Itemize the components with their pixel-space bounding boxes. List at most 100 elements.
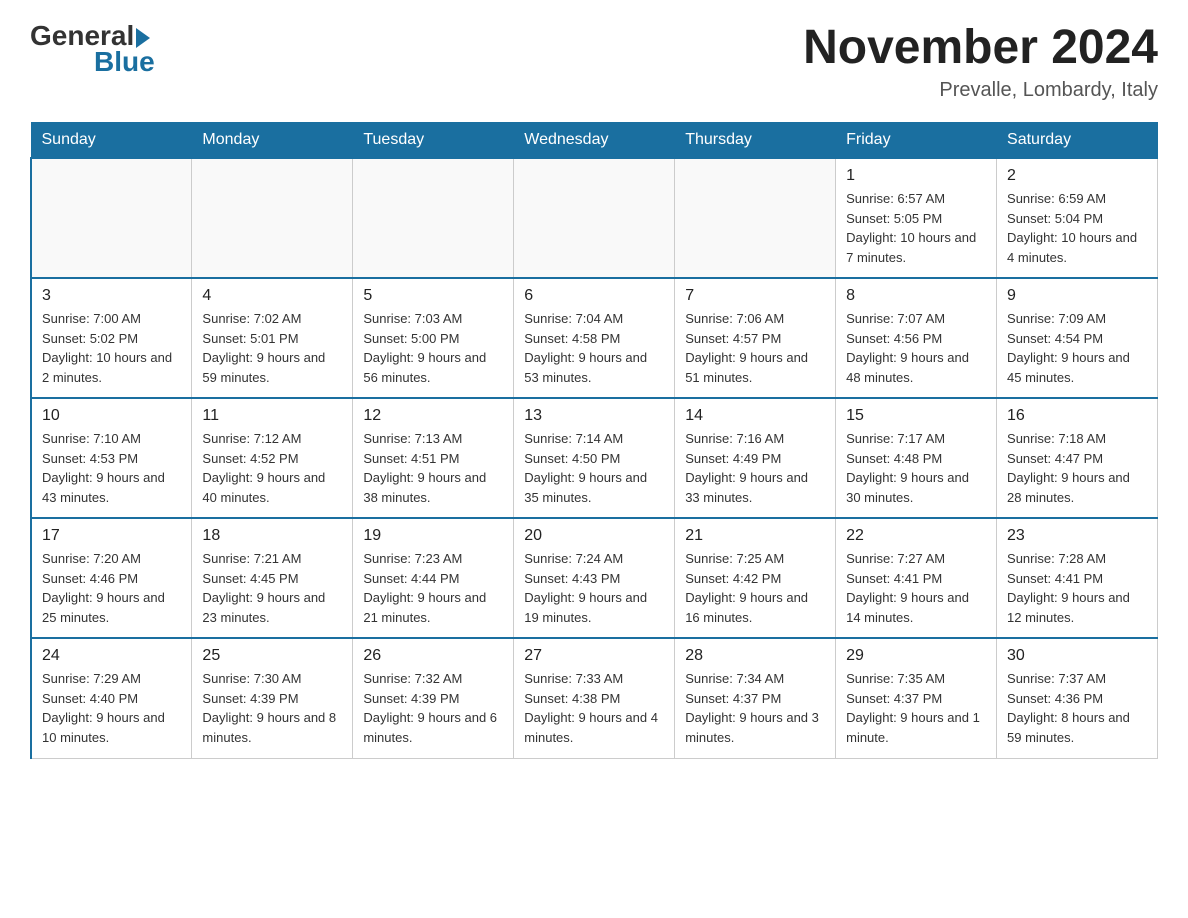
day-info: Sunrise: 7:18 AMSunset: 4:47 PMDaylight:… (1007, 429, 1147, 507)
calendar-day-header: Sunday (31, 123, 192, 159)
calendar-header-row: SundayMondayTuesdayWednesdayThursdayFrid… (31, 123, 1158, 159)
day-info: Sunrise: 6:59 AMSunset: 5:04 PMDaylight:… (1007, 189, 1147, 267)
calendar-day-header: Friday (836, 123, 997, 159)
day-number: 19 (363, 527, 503, 545)
day-info: Sunrise: 7:12 AMSunset: 4:52 PMDaylight:… (202, 429, 342, 507)
calendar-day-cell: 22 Sunrise: 7:27 AMSunset: 4:41 PMDayligh… (836, 518, 997, 638)
day-info: Sunrise: 7:27 AMSunset: 4:41 PMDaylight:… (846, 549, 986, 627)
day-info: Sunrise: 7:32 AMSunset: 4:39 PMDaylight:… (363, 669, 503, 747)
day-number: 11 (202, 407, 342, 425)
calendar-day-cell: 9 Sunrise: 7:09 AMSunset: 4:54 PMDaylight… (997, 278, 1158, 398)
day-number: 6 (524, 287, 664, 305)
calendar-day-cell: 14Sunrise: 7:16 AMSunset: 4:49 PMDayligh… (675, 398, 836, 518)
calendar-day-header: Monday (192, 123, 353, 159)
day-number: 3 (42, 287, 181, 305)
calendar-day-cell: 17 Sunrise: 7:20 AMSunset: 4:46 PMDayligh… (31, 518, 192, 638)
day-number: 27 (524, 647, 664, 665)
calendar-day-header: Wednesday (514, 123, 675, 159)
day-info: Sunrise: 7:13 AMSunset: 4:51 PMDaylight:… (363, 429, 503, 507)
day-number: 5 (363, 287, 503, 305)
day-number: 16 (1007, 407, 1147, 425)
calendar-day-cell: 12 Sunrise: 7:13 AMSunset: 4:51 PMDayligh… (353, 398, 514, 518)
day-info: Sunrise: 7:16 AMSunset: 4:49 PMDaylight:… (685, 429, 825, 507)
day-number: 25 (202, 647, 342, 665)
calendar-day-cell: 30 Sunrise: 7:37 AMSunset: 4:36 PMDayligh… (997, 638, 1158, 758)
calendar-day-cell: 26 Sunrise: 7:32 AMSunset: 4:39 PMDayligh… (353, 638, 514, 758)
calendar-day-cell: 8 Sunrise: 7:07 AMSunset: 4:56 PMDaylight… (836, 278, 997, 398)
calendar-day-cell (514, 158, 675, 278)
calendar-week-row: 24Sunrise: 7:29 AMSunset: 4:40 PMDayligh… (31, 638, 1158, 758)
calendar-day-cell: 25 Sunrise: 7:30 AMSunset: 4:39 PMDayligh… (192, 638, 353, 758)
calendar-day-cell: 27 Sunrise: 7:33 AMSunset: 4:38 PMDayligh… (514, 638, 675, 758)
calendar-day-cell: 19 Sunrise: 7:23 AMSunset: 4:44 PMDayligh… (353, 518, 514, 638)
calendar-day-cell: 11 Sunrise: 7:12 AMSunset: 4:52 PMDayligh… (192, 398, 353, 518)
day-number: 17 (42, 527, 181, 545)
day-number: 9 (1007, 287, 1147, 305)
day-number: 23 (1007, 527, 1147, 545)
calendar-day-cell: 24Sunrise: 7:29 AMSunset: 4:40 PMDayligh… (31, 638, 192, 758)
day-number: 4 (202, 287, 342, 305)
day-number: 12 (363, 407, 503, 425)
day-info: Sunrise: 7:20 AMSunset: 4:46 PMDaylight:… (42, 549, 181, 627)
logo: General Blue (30, 20, 155, 78)
calendar-day-cell: 6Sunrise: 7:04 AMSunset: 4:58 PMDaylight… (514, 278, 675, 398)
calendar-day-cell: 4Sunrise: 7:02 AMSunset: 5:01 PMDaylight… (192, 278, 353, 398)
calendar-day-cell: 1Sunrise: 6:57 AMSunset: 5:05 PMDaylight… (836, 158, 997, 278)
day-info: Sunrise: 7:33 AMSunset: 4:38 PMDaylight:… (524, 669, 664, 747)
calendar-day-cell: 7 Sunrise: 7:06 AMSunset: 4:57 PMDaylight… (675, 278, 836, 398)
day-number: 15 (846, 407, 986, 425)
calendar-day-cell: 28 Sunrise: 7:34 AMSunset: 4:37 PMDayligh… (675, 638, 836, 758)
day-number: 22 (846, 527, 986, 545)
day-info: Sunrise: 7:24 AMSunset: 4:43 PMDaylight:… (524, 549, 664, 627)
day-info: Sunrise: 7:09 AMSunset: 4:54 PMDaylight:… (1007, 309, 1147, 387)
calendar-day-cell (675, 158, 836, 278)
day-number: 20 (524, 527, 664, 545)
calendar-day-cell (353, 158, 514, 278)
day-info: Sunrise: 7:37 AMSunset: 4:36 PMDaylight:… (1007, 669, 1147, 747)
day-info: Sunrise: 7:30 AMSunset: 4:39 PMDaylight:… (202, 669, 342, 747)
day-number: 21 (685, 527, 825, 545)
day-number: 8 (846, 287, 986, 305)
day-info: Sunrise: 7:03 AMSunset: 5:00 PMDaylight:… (363, 309, 503, 387)
day-info: Sunrise: 7:17 AMSunset: 4:48 PMDaylight:… (846, 429, 986, 507)
month-year-title: November 2024 (803, 20, 1158, 75)
calendar-day-cell: 18Sunrise: 7:21 AMSunset: 4:45 PMDayligh… (192, 518, 353, 638)
calendar-day-cell (31, 158, 192, 278)
calendar-day-header: Saturday (997, 123, 1158, 159)
calendar-day-cell (192, 158, 353, 278)
calendar-week-row: 17 Sunrise: 7:20 AMSunset: 4:46 PMDayligh… (31, 518, 1158, 638)
day-number: 26 (363, 647, 503, 665)
calendar-day-cell: 16 Sunrise: 7:18 AMSunset: 4:47 PMDayligh… (997, 398, 1158, 518)
calendar-day-cell: 5 Sunrise: 7:03 AMSunset: 5:00 PMDaylight… (353, 278, 514, 398)
calendar-day-cell: 23Sunrise: 7:28 AMSunset: 4:41 PMDayligh… (997, 518, 1158, 638)
day-number: 1 (846, 167, 986, 185)
day-info: Sunrise: 7:23 AMSunset: 4:44 PMDaylight:… (363, 549, 503, 627)
calendar-table: SundayMondayTuesdayWednesdayThursdayFrid… (30, 122, 1158, 759)
day-number: 29 (846, 647, 986, 665)
location-subtitle: Prevalle, Lombardy, Italy (803, 79, 1158, 102)
calendar-day-cell: 20 Sunrise: 7:24 AMSunset: 4:43 PMDayligh… (514, 518, 675, 638)
logo-arrow-icon (136, 28, 150, 48)
day-number: 7 (685, 287, 825, 305)
day-number: 10 (42, 407, 181, 425)
calendar-week-row: 1Sunrise: 6:57 AMSunset: 5:05 PMDaylight… (31, 158, 1158, 278)
day-info: Sunrise: 7:00 AMSunset: 5:02 PMDaylight:… (42, 309, 181, 387)
calendar-day-cell: 21 Sunrise: 7:25 AMSunset: 4:42 PMDayligh… (675, 518, 836, 638)
calendar-day-cell: 3 Sunrise: 7:00 AMSunset: 5:02 PMDaylight… (31, 278, 192, 398)
calendar-day-cell: 13Sunrise: 7:14 AMSunset: 4:50 PMDayligh… (514, 398, 675, 518)
day-info: Sunrise: 7:25 AMSunset: 4:42 PMDaylight:… (685, 549, 825, 627)
page-header: General Blue November 2024 Prevalle, Lom… (30, 20, 1158, 102)
calendar-day-cell: 15 Sunrise: 7:17 AMSunset: 4:48 PMDayligh… (836, 398, 997, 518)
day-info: Sunrise: 7:34 AMSunset: 4:37 PMDaylight:… (685, 669, 825, 747)
title-area: November 2024 Prevalle, Lombardy, Italy (803, 20, 1158, 102)
day-info: Sunrise: 7:06 AMSunset: 4:57 PMDaylight:… (685, 309, 825, 387)
calendar-day-cell: 2 Sunrise: 6:59 AMSunset: 5:04 PMDaylight… (997, 158, 1158, 278)
day-info: Sunrise: 7:10 AMSunset: 4:53 PMDaylight:… (42, 429, 181, 507)
day-info: Sunrise: 7:07 AMSunset: 4:56 PMDaylight:… (846, 309, 986, 387)
calendar-day-header: Tuesday (353, 123, 514, 159)
day-number: 28 (685, 647, 825, 665)
day-number: 30 (1007, 647, 1147, 665)
day-number: 2 (1007, 167, 1147, 185)
calendar-day-header: Thursday (675, 123, 836, 159)
calendar-day-cell: 10 Sunrise: 7:10 AMSunset: 4:53 PMDayligh… (31, 398, 192, 518)
